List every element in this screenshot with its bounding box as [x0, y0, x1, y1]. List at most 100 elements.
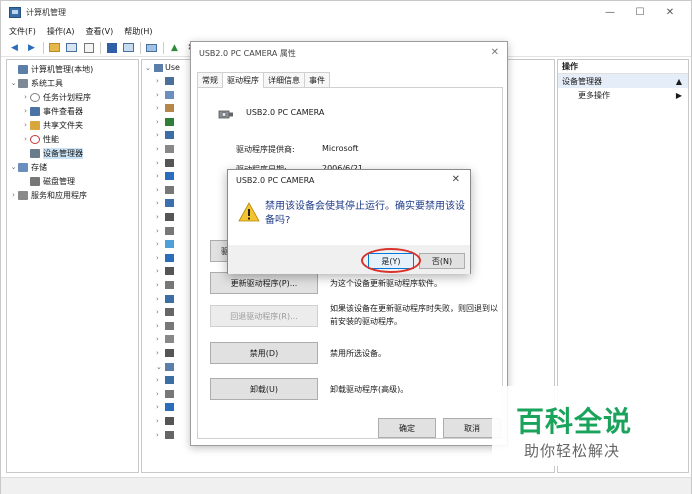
tree-expander[interactable]: ›: [156, 118, 165, 126]
more-actions-item[interactable]: 更多操作 ▶: [558, 88, 688, 102]
device-category-row[interactable]: ›: [156, 430, 176, 439]
device-category-row[interactable]: ›: [156, 77, 176, 85]
tab-events[interactable]: 事件: [304, 72, 330, 87]
device-category-row[interactable]: ›: [156, 417, 176, 425]
device-category-row[interactable]: ›: [156, 389, 176, 398]
device-category-row[interactable]: ›: [156, 376, 176, 385]
tree-expander[interactable]: ›: [21, 135, 30, 143]
tree-item-event-viewer[interactable]: › 事件查看器: [7, 104, 138, 118]
device-category-row[interactable]: ›: [156, 145, 176, 153]
tree-expander[interactable]: ⌄: [9, 79, 18, 87]
device-category-row[interactable]: ›: [156, 117, 176, 126]
tree-item-system-tools[interactable]: ⌄ 系统工具: [7, 76, 138, 90]
uninstall-driver-button[interactable]: 卸载(U): [210, 378, 318, 400]
tab-general[interactable]: 常规: [197, 72, 223, 87]
tree-item-disk-management[interactable]: 磁盘管理: [7, 174, 138, 188]
tree-expander[interactable]: ›: [156, 267, 165, 275]
tree-expander[interactable]: ›: [9, 191, 18, 199]
device-category-row[interactable]: ›: [156, 281, 176, 289]
update-driver-button[interactable]: 更新驱动程序(P)...: [210, 272, 318, 294]
device-category-row[interactable]: ›: [156, 104, 176, 113]
tree-expander[interactable]: ›: [156, 172, 165, 180]
tree-expander[interactable]: ›: [156, 376, 165, 384]
tree-expander[interactable]: ⌄: [156, 363, 165, 371]
device-category-row[interactable]: ›: [156, 158, 176, 167]
show-hide-tree-icon[interactable]: [65, 42, 78, 54]
tree-expander[interactable]: ›: [156, 240, 165, 248]
tree-expander[interactable]: ›: [156, 322, 165, 330]
maximize-button[interactable]: ☐: [625, 3, 655, 21]
device-category-row[interactable]: ›: [156, 403, 176, 412]
folder-up-icon[interactable]: [48, 42, 61, 54]
device-category-row[interactable]: ›: [156, 90, 176, 99]
tree-expander[interactable]: ›: [156, 390, 165, 398]
close-icon[interactable]: ✕: [452, 174, 460, 185]
device-category-row[interactable]: ›: [156, 294, 176, 303]
tree-expander[interactable]: ›: [156, 131, 165, 139]
properties-title[interactable]: USB2.0 PC CAMERA 属性: [191, 42, 507, 64]
tab-details[interactable]: 详细信息: [263, 72, 305, 87]
device-category-row[interactable]: ›: [156, 226, 176, 235]
tree-expander[interactable]: ›: [21, 93, 30, 101]
tree-item-shared-folders[interactable]: › 共享文件夹: [7, 118, 138, 132]
device-category-row[interactable]: ›: [156, 349, 176, 357]
tree-expander[interactable]: ›: [156, 254, 165, 262]
tree-expander[interactable]: ›: [21, 121, 30, 129]
collapse-arrow-icon[interactable]: ▲: [676, 77, 682, 86]
tree-expander[interactable]: ›: [156, 186, 165, 194]
tree-item-performance[interactable]: › 性能: [7, 132, 138, 146]
device-category-row[interactable]: ›: [156, 213, 176, 221]
disable-device-button[interactable]: 禁用(D): [210, 342, 318, 364]
back-arrow-icon[interactable]: ◀: [8, 42, 21, 54]
tree-item-computer-management[interactable]: 计算机管理(本地): [7, 62, 138, 76]
device-category-row[interactable]: ›: [156, 185, 176, 194]
tree-item-storage[interactable]: ⌄ 存储: [7, 160, 138, 174]
tree-expander[interactable]: ›: [156, 77, 165, 85]
tree-expander[interactable]: ›: [156, 335, 165, 343]
view-icon[interactable]: [122, 42, 135, 54]
tree-item-task-scheduler[interactable]: › 任务计划程序: [7, 90, 138, 104]
ok-button[interactable]: 确定: [378, 418, 436, 438]
no-button[interactable]: 否(N): [419, 253, 465, 269]
tree-expander[interactable]: ›: [156, 227, 165, 235]
rollback-driver-button[interactable]: 回退驱动程序(R)...: [210, 305, 318, 327]
properties-icon[interactable]: [82, 42, 95, 54]
tree-item-device-manager[interactable]: 设备管理器: [7, 146, 138, 160]
tree-expander[interactable]: ›: [156, 159, 165, 167]
tree-item-services-applications[interactable]: › 服务和应用程序: [7, 188, 138, 202]
tree-expander[interactable]: ›: [156, 403, 165, 411]
tree-expander[interactable]: ›: [156, 308, 165, 316]
device-category-row[interactable]: ›: [156, 131, 176, 140]
menu-action[interactable]: 操作(A): [47, 26, 75, 37]
device-category-row[interactable]: ›: [156, 240, 176, 249]
tree-expander[interactable]: ›: [156, 104, 165, 112]
menu-file[interactable]: 文件(F): [9, 26, 36, 37]
close-icon[interactable]: ✕: [491, 47, 499, 58]
tree-expander[interactable]: ›: [156, 145, 165, 153]
minimize-button[interactable]: —: [595, 3, 625, 21]
device-category-row[interactable]: ›: [156, 335, 176, 344]
device-category-row[interactable]: ›: [156, 199, 176, 208]
tree-expander[interactable]: ›: [156, 431, 165, 439]
window-titlebar[interactable]: 计算机管理 — ☐ ✕: [1, 1, 691, 23]
tree-expander[interactable]: ›: [21, 107, 30, 115]
device-category-row[interactable]: ›: [156, 253, 176, 262]
tree-expander[interactable]: ›: [156, 281, 165, 289]
device-category-row[interactable]: ⌄: [156, 362, 176, 371]
device-category-row[interactable]: ›: [156, 172, 176, 181]
tree-expander[interactable]: ⌄: [9, 163, 18, 171]
actions-section-device-manager[interactable]: 设备管理器 ▲: [558, 74, 688, 88]
forward-arrow-icon[interactable]: ▶: [25, 42, 38, 54]
device-category-row[interactable]: ›: [156, 308, 176, 317]
tree-expander[interactable]: ›: [156, 295, 165, 303]
device-root[interactable]: ⌄ Use: [145, 63, 180, 72]
tree-expander[interactable]: ⌄: [145, 64, 154, 72]
tree-expander[interactable]: ›: [156, 417, 165, 425]
tree-expander[interactable]: ›: [156, 199, 165, 207]
menu-help[interactable]: 帮助(H): [124, 26, 152, 37]
tree-expander[interactable]: ›: [156, 91, 165, 99]
update-driver-icon[interactable]: ▲: [168, 42, 181, 54]
device-category-row[interactable]: ›: [156, 321, 176, 330]
tab-driver[interactable]: 驱动程序: [222, 72, 264, 88]
tree-expander[interactable]: ›: [156, 213, 165, 221]
